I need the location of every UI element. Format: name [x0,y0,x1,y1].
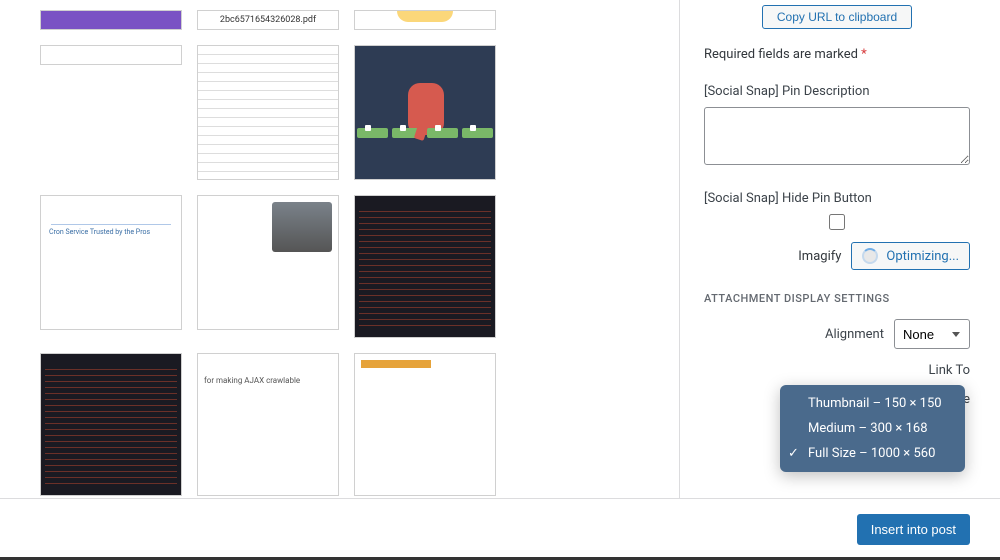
imagify-status-text: Optimizing... [886,249,959,264]
pin-description-label: [Social Snap] Pin Description [704,84,970,99]
size-option-label: Thumbnail – 150 × 150 [808,396,942,411]
media-item[interactable] [40,353,182,496]
media-item[interactable]: Cron Service Trusted by the Pros [40,195,182,330]
media-item[interactable] [354,10,496,30]
media-item[interactable] [197,195,339,330]
alignment-select[interactable]: None [894,319,970,349]
media-item-pdf[interactable]: 2bc6571654326028.pdf [197,10,339,30]
size-option-thumbnail[interactable]: Thumbnail – 150 × 150 [780,391,965,416]
imagify-status-badge: Optimizing... [851,242,970,270]
imagify-label: Imagify [798,249,841,264]
size-option-label: Full Size – 1000 × 560 [808,446,935,461]
hide-pin-checkbox[interactable] [829,214,845,230]
required-notice: Required fields are marked * [704,47,970,62]
spinner-icon [862,248,878,264]
media-item[interactable] [197,353,339,496]
required-text: Required fields are marked [704,47,858,62]
modal-footer: Insert into post [0,498,1000,560]
check-icon: ✓ [788,446,799,461]
link-to-label: Link To [929,363,970,378]
media-item[interactable] [197,45,339,180]
media-item[interactable] [354,45,496,180]
size-option-medium[interactable]: Medium – 300 × 168 [780,416,965,441]
attachment-display-settings-heading: ATTACHMENT DISPLAY SETTINGS [704,292,970,305]
media-item[interactable] [354,353,496,496]
required-asterisk: * [861,47,867,62]
size-dropdown-menu[interactable]: Thumbnail – 150 × 150 Medium – 300 × 168… [780,385,965,472]
size-option-full[interactable]: ✓ Full Size – 1000 × 560 [780,441,965,466]
pdf-filename: 2bc6571654326028.pdf [220,15,316,25]
copy-url-button[interactable]: Copy URL to clipboard [762,5,912,29]
media-item[interactable] [40,45,182,65]
media-item[interactable] [354,195,496,338]
media-grid-panel: 2bc6571654326028.pdf Cron Service Truste… [0,0,680,498]
thumb-headline: Cron Service Trusted by the Pros [49,228,173,236]
media-item[interactable] [40,10,182,30]
hide-pin-label: [Social Snap] Hide Pin Button [704,191,970,206]
size-option-label: Medium – 300 × 168 [808,421,928,436]
insert-into-post-button[interactable]: Insert into post [857,514,970,545]
alignment-select-wrap[interactable]: None [894,319,970,349]
pin-description-textarea[interactable] [704,107,970,165]
media-grid: 2bc6571654326028.pdf Cron Service Truste… [0,0,679,498]
alignment-label: Alignment [825,327,884,342]
